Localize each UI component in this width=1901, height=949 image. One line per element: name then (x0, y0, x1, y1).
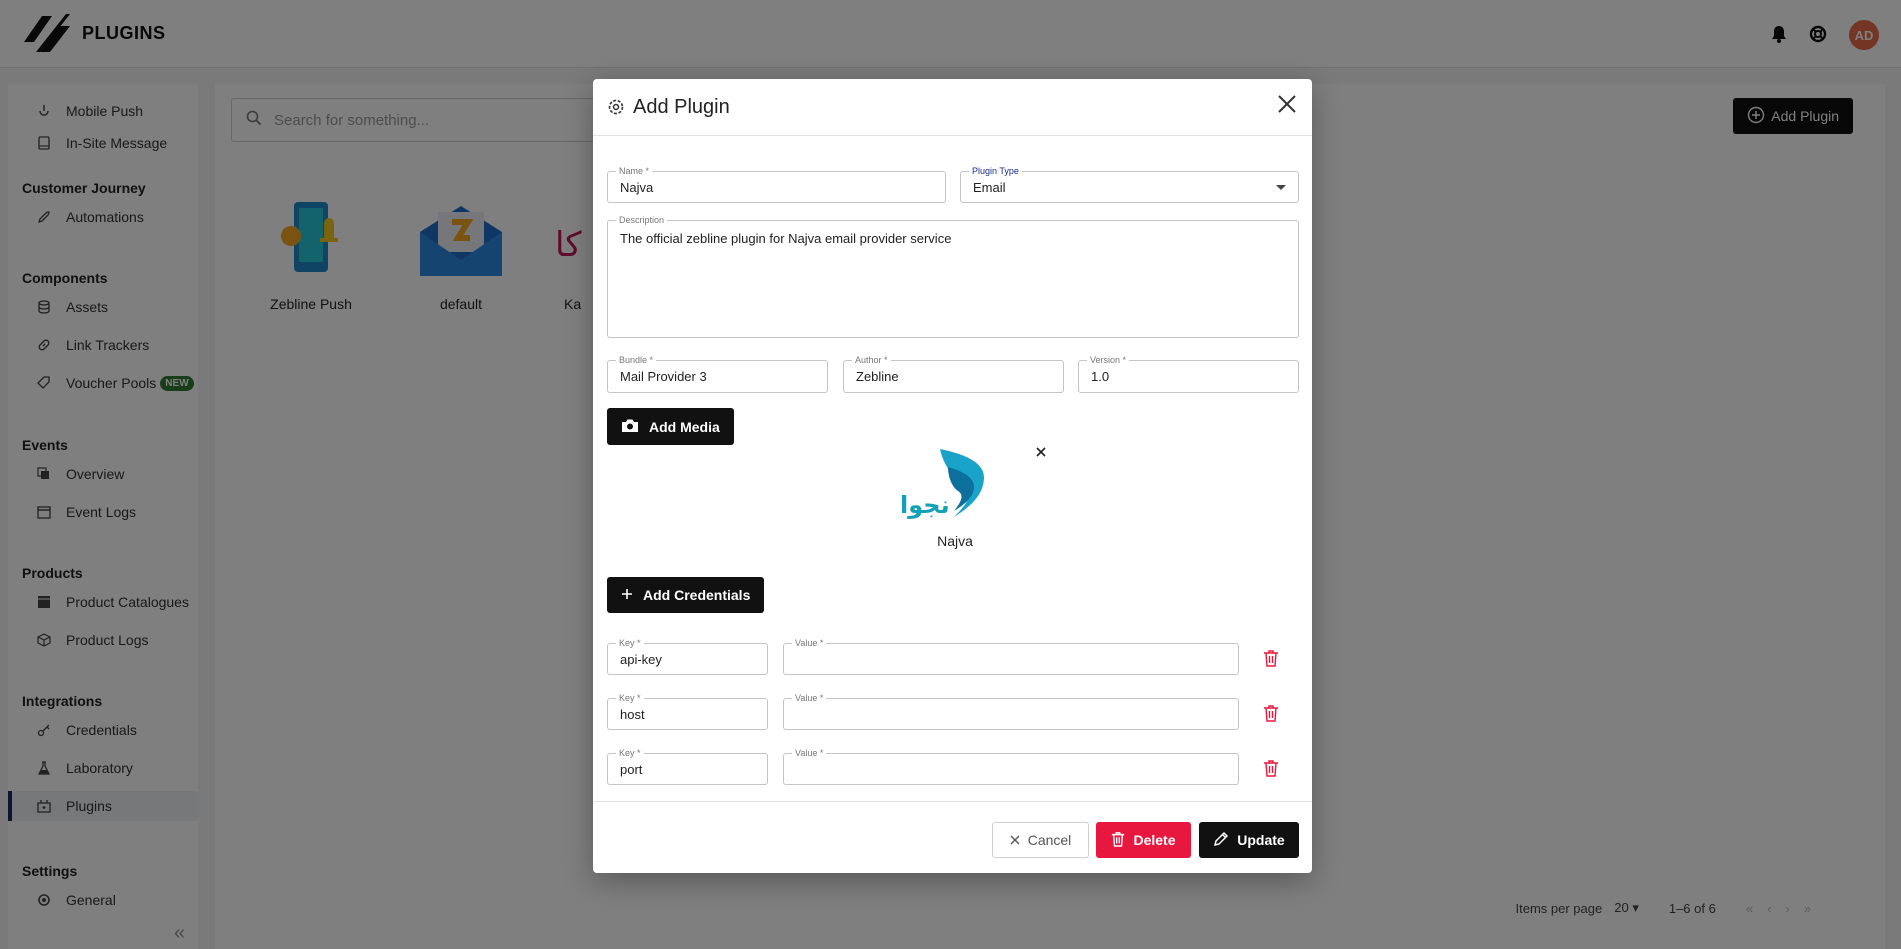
name-value: Najva (620, 179, 654, 195)
description-field[interactable]: Description The official zebline plugin … (607, 214, 1299, 338)
close-icon (1010, 832, 1020, 848)
plugin-type-value: Email (973, 179, 1006, 195)
dialog-title: Add Plugin (633, 95, 730, 118)
key-value: host (620, 706, 645, 722)
author-label: Author * (852, 354, 891, 366)
key-value: port (620, 761, 643, 777)
key-label: Key * (616, 637, 644, 649)
cancel-label: Cancel (1027, 832, 1072, 848)
value-label: Value * (792, 692, 827, 704)
chevron-down-icon (1276, 185, 1286, 190)
credential-value-field[interactable]: Value * (783, 637, 1239, 675)
najva-logo-icon: نجوا (900, 447, 1010, 525)
plus-icon (621, 587, 633, 603)
add-credentials-label: Add Credentials (643, 587, 751, 603)
description-value: The official zebline plugin for Najva em… (620, 231, 952, 246)
trash-icon (1111, 831, 1125, 850)
delete-label: Delete (1133, 832, 1176, 848)
bundle-value: Mail Provider 3 (620, 369, 707, 384)
version-value: 1.0 (1091, 369, 1110, 384)
plugin-type-label: Plugin Type (969, 165, 1022, 177)
credential-key-field[interactable]: Key * port (607, 747, 768, 785)
value-label: Value * (792, 637, 827, 649)
dialog-header: Add Plugin (593, 79, 1312, 136)
credential-value-field[interactable]: Value * (783, 692, 1239, 730)
media-preview: نجوا Najva (900, 447, 1010, 549)
close-icon[interactable] (1276, 93, 1298, 115)
key-label: Key * (616, 747, 644, 759)
bundle-field[interactable]: Bundle * Mail Provider 3 (607, 354, 828, 393)
remove-media-icon[interactable] (1034, 445, 1048, 459)
delete-credential-icon[interactable] (1263, 759, 1279, 777)
gear-icon (607, 98, 625, 116)
key-label: Key * (616, 692, 644, 704)
camera-icon (621, 418, 639, 436)
pencil-icon (1213, 831, 1229, 850)
delete-credential-icon[interactable] (1263, 704, 1279, 722)
najva-logo-text: نجوا (900, 491, 950, 519)
credential-value-field[interactable]: Value * (783, 747, 1239, 785)
author-value: Zebline (856, 369, 899, 384)
update-button[interactable]: Update (1199, 822, 1299, 858)
plugin-type-select[interactable]: Plugin Type Email (960, 165, 1299, 203)
media-caption: Najva (937, 533, 973, 549)
author-field[interactable]: Author * Zebline (843, 354, 1064, 393)
version-field[interactable]: Version * 1.0 (1078, 354, 1299, 393)
description-label: Description (616, 214, 668, 226)
credential-key-field[interactable]: Key * host (607, 692, 768, 730)
add-plugin-dialog: Add Plugin Name * Najva Plugin Type Emai… (593, 79, 1312, 873)
add-media-label: Add Media (649, 418, 720, 435)
delete-credential-icon[interactable] (1263, 649, 1279, 667)
version-label: Version * (1087, 354, 1130, 366)
update-label: Update (1237, 832, 1285, 848)
cancel-button[interactable]: Cancel (992, 822, 1089, 858)
add-credentials-button[interactable]: Add Credentials (607, 577, 765, 613)
bundle-label: Bundle * (616, 354, 657, 366)
name-label: Name * (616, 165, 653, 177)
credential-key-field[interactable]: Key * api-key (607, 637, 768, 675)
value-label: Value * (792, 747, 827, 759)
dialog-footer: Cancel Delete Update (593, 801, 1312, 873)
delete-button[interactable]: Delete (1096, 822, 1191, 858)
key-value: api-key (620, 651, 662, 667)
name-field[interactable]: Name * Najva (607, 165, 946, 203)
add-media-button[interactable]: Add Media (607, 408, 734, 445)
